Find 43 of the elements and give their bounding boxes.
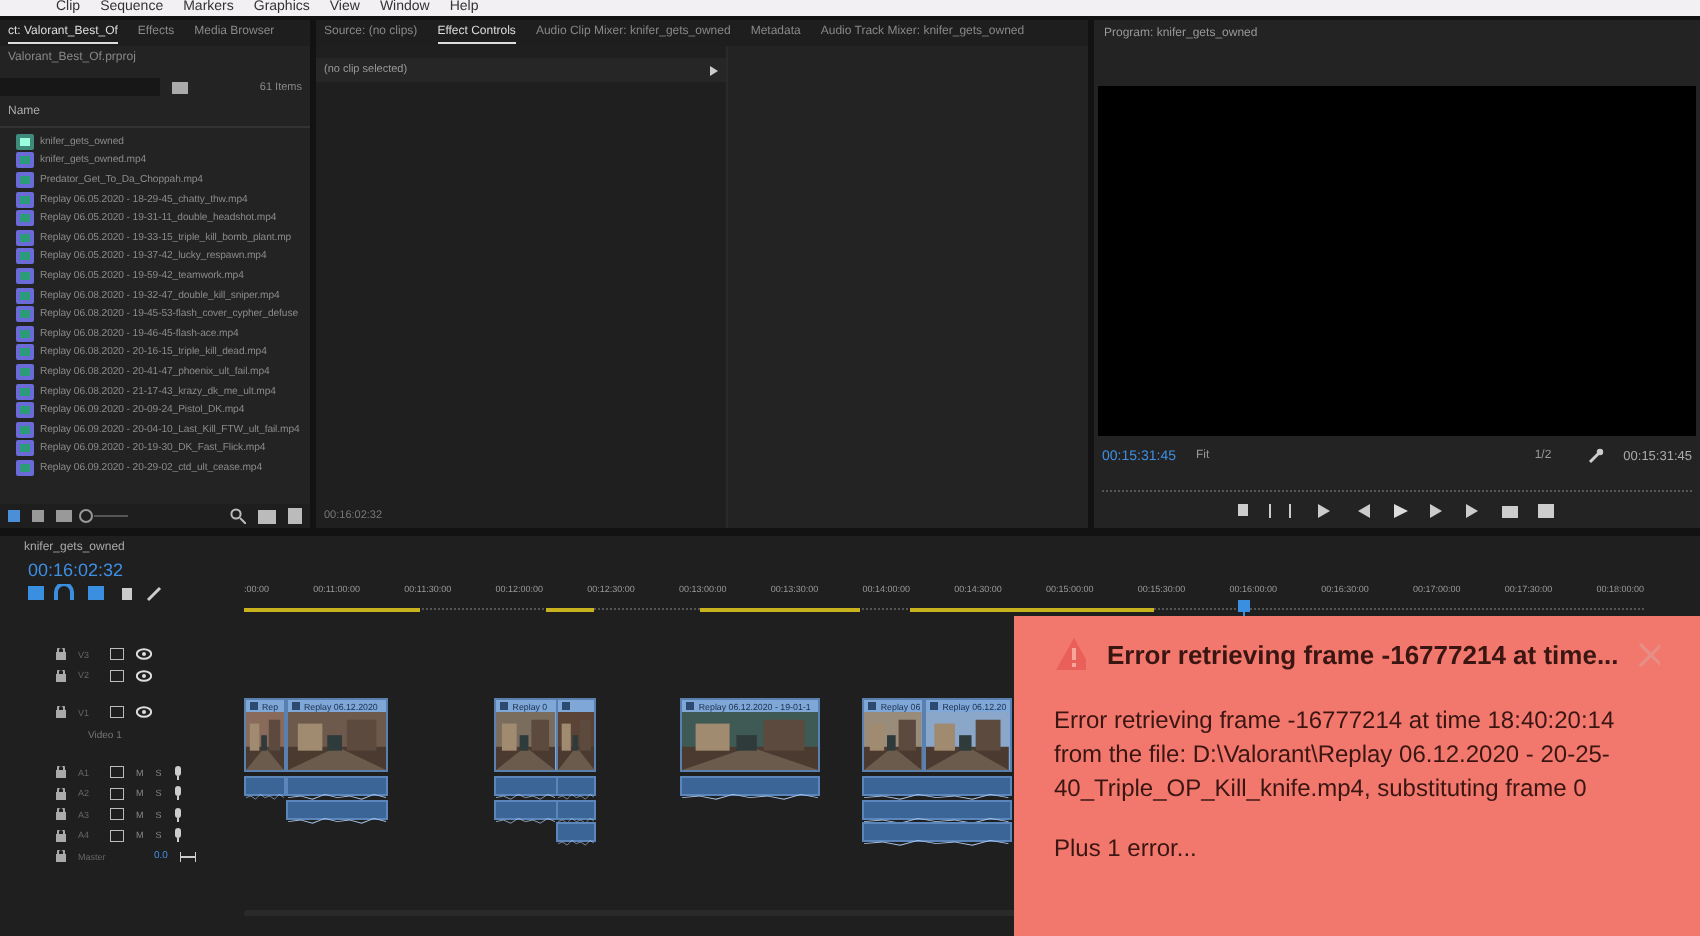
- audio-clip[interactable]: [494, 799, 558, 819]
- video-clip[interactable]: [556, 698, 597, 772]
- eye-icon[interactable]: [136, 706, 152, 718]
- wrench-icon[interactable]: [1587, 448, 1604, 464]
- audio-clip[interactable]: [494, 776, 558, 796]
- audio-clip[interactable]: [556, 776, 597, 796]
- audio-clip[interactable]: [862, 822, 1012, 842]
- lock-icon[interactable]: [56, 669, 66, 682]
- error-title: Error retrieving frame -16777214 at time...: [1106, 639, 1619, 669]
- audio-clip[interactable]: [244, 776, 286, 796]
- playback-controls-drawing[interactable]: [1237, 502, 1557, 520]
- audio-clip[interactable]: [286, 776, 389, 796]
- microphone-icon[interactable]: [173, 807, 182, 822]
- error-more-link[interactable]: Plus 1 error...: [1054, 834, 1660, 862]
- view-controls-drawing[interactable]: [8, 508, 128, 524]
- search-icon[interactable]: [230, 508, 246, 524]
- audio-clip[interactable]: [680, 776, 821, 796]
- audio-clip[interactable]: [862, 799, 1012, 819]
- folder-icon[interactable]: [258, 509, 276, 523]
- microphone-icon[interactable]: [173, 786, 182, 801]
- lock-icon[interactable]: [56, 787, 66, 800]
- lock-icon[interactable]: [56, 766, 66, 779]
- error-message: Error retrieving frame -16777214 at time 18:40:20:14 from the file: D:\Valorant\Replay 06.12.2020 - 20-25-40_Triple_OP_Kill_knife.mp4, substituting frame 0: [1054, 704, 1617, 806]
- microphone-icon[interactable]: [173, 828, 182, 843]
- audio-clip[interactable]: [862, 776, 1012, 796]
- eye-icon[interactable]: [136, 669, 152, 682]
- timecode[interactable]: 00:16:02:32: [28, 560, 244, 580]
- warning-icon: [1054, 636, 1087, 672]
- lock-icon[interactable]: [56, 648, 66, 661]
- lock-icon[interactable]: [56, 808, 66, 821]
- lock-icon[interactable]: [56, 706, 66, 718]
- sync-icon[interactable]: [110, 706, 124, 718]
- microphone-icon[interactable]: [173, 765, 182, 780]
- audio-clip[interactable]: [556, 822, 597, 842]
- play-icon[interactable]: [710, 65, 718, 75]
- folder-icon[interactable]: [172, 80, 188, 94]
- audio-clip[interactable]: [556, 799, 597, 819]
- audio-clip[interactable]: [286, 799, 389, 819]
- lock-icon[interactable]: [56, 850, 66, 863]
- lock-icon[interactable]: [56, 829, 66, 842]
- sequence-icon: [16, 133, 34, 150]
- expand-icon[interactable]: [179, 851, 196, 862]
- eye-icon[interactable]: [136, 648, 152, 661]
